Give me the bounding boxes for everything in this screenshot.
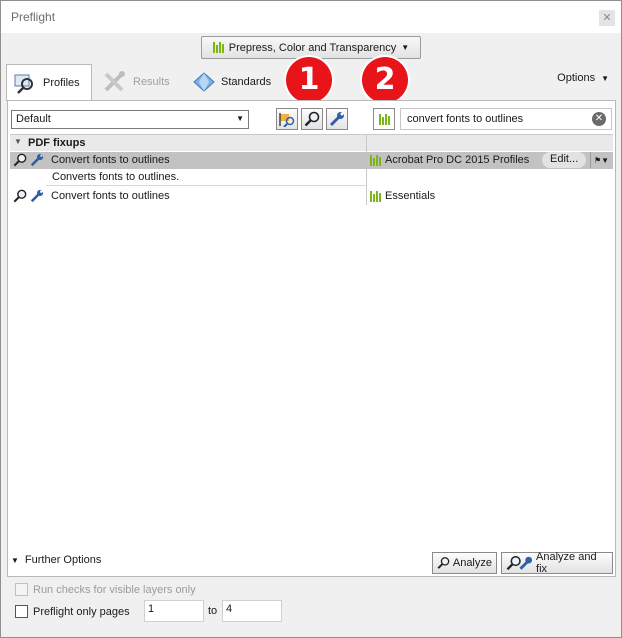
page-from-field[interactable]: 1 [144,600,204,622]
page-range-to-label: to [208,605,218,617]
pages-only-checkbox[interactable] [15,605,28,618]
fixup-filter-button[interactable] [326,108,348,130]
page-to-field[interactable]: 4 [222,600,282,622]
preflight-window: Preflight ✕ Prepress, Color and Transpar… [0,0,622,638]
options-label: Options [557,72,596,84]
analyze-button[interactable]: Analyze [432,552,497,574]
profile-list: ▼ PDF fixups Convert fonts to outlines A… [10,134,613,548]
flag-dropdown-icon[interactable]: ⚑▼ [590,152,612,168]
clear-search-icon[interactable]: ✕ [592,112,606,126]
profiles-magnifier-icon [14,74,33,94]
collapse-triangle-icon: ▼ [14,137,22,146]
library-name: Essentials [385,190,436,202]
options-menu[interactable]: Options ▼ [557,72,609,84]
fixup-description: Converts fonts to outlines. [46,169,366,186]
flag-filter-button[interactable] [276,108,298,130]
wrench-icon [329,112,344,127]
preset-label: Prepress, Color and Transparency [228,41,397,54]
pages-only-label: Preflight only pages [33,605,130,618]
visible-layers-option: Run checks for visible layers only [15,583,196,596]
bars-icon [378,113,390,125]
library-cell: Acrobat Pro DC 2015 Profiles [370,154,529,166]
results-wrench-icon [104,71,125,92]
window-title: Preflight [11,10,56,24]
library-name: Acrobat Pro DC 2015 Profiles [385,154,530,166]
search-input-value: convert fonts to outlines [407,113,524,125]
tab-results-label: Results [133,76,170,88]
flag-filter-icon [279,113,295,127]
tab-standards[interactable]: Standards [187,64,277,100]
tab-standards-label: Standards [221,76,272,88]
pages-only-option[interactable]: Preflight only pages [15,605,130,618]
fixup-name: Convert fonts to outlines [51,154,170,166]
magnifier-icon [437,557,450,569]
edit-button[interactable]: Edit... [542,152,587,168]
group-header-label: PDF fixups [28,137,86,149]
magnifier-icon [13,153,27,167]
tab-profiles-label: Profiles [43,77,80,89]
chevron-down-icon: ▼ [601,73,609,83]
analyze-button-label: Analyze [452,557,492,569]
further-options-toggle[interactable]: ▼ Further Options [11,554,101,566]
bars-icon [370,154,381,166]
magnifier-icon [13,189,27,203]
library-select[interactable]: Default ▼ [11,110,249,129]
callout-badge-1: 1 [286,57,332,103]
wrench-icon [30,153,44,167]
visible-layers-label: Run checks for visible layers only [33,583,196,596]
visible-layers-checkbox [15,583,28,596]
tab-profiles[interactable]: Profiles [6,64,92,101]
fixup-name: Convert fonts to outlines [51,190,170,202]
preset-menu-button[interactable]: Prepress, Color and Transparency ▼ [201,36,421,59]
analyze-and-fix-button-label: Analyze and fix [536,551,597,575]
list-item[interactable]: Convert fonts to outlines Acrobat Pro DC… [10,152,613,169]
bars-icon [212,42,224,53]
close-button[interactable]: ✕ [599,10,615,26]
library-cell: Essentials [370,190,435,202]
bars-icon [370,190,381,202]
chevron-down-icon: ▼ [236,114,244,123]
collapse-triangle-icon: ▼ [11,555,19,565]
magnifier-wrench-icon [506,555,533,571]
wrench-icon [30,189,44,203]
standards-diamond-icon [193,72,215,92]
callout-badge-2: 2 [362,57,408,103]
profiles-panel: Default ▼ convert fonts to outlines ✕ ▼ … [7,100,616,577]
list-item[interactable]: Convert fonts to outlines Essentials [10,188,613,205]
title-bar: Preflight ✕ [1,1,621,33]
magnifier-icon [304,111,320,127]
check-filter-button[interactable] [301,108,323,130]
profile-search-toggle[interactable] [373,108,395,130]
analyze-and-fix-button[interactable]: Analyze and fix [501,551,613,575]
tab-results[interactable]: Results [97,64,176,100]
further-options-label: Further Options [24,554,102,566]
search-input[interactable]: convert fonts to outlines ✕ [400,108,612,130]
group-header[interactable]: ▼ PDF fixups [10,135,613,151]
library-select-value: Default [16,113,51,125]
chevron-down-icon: ▼ [401,43,410,52]
